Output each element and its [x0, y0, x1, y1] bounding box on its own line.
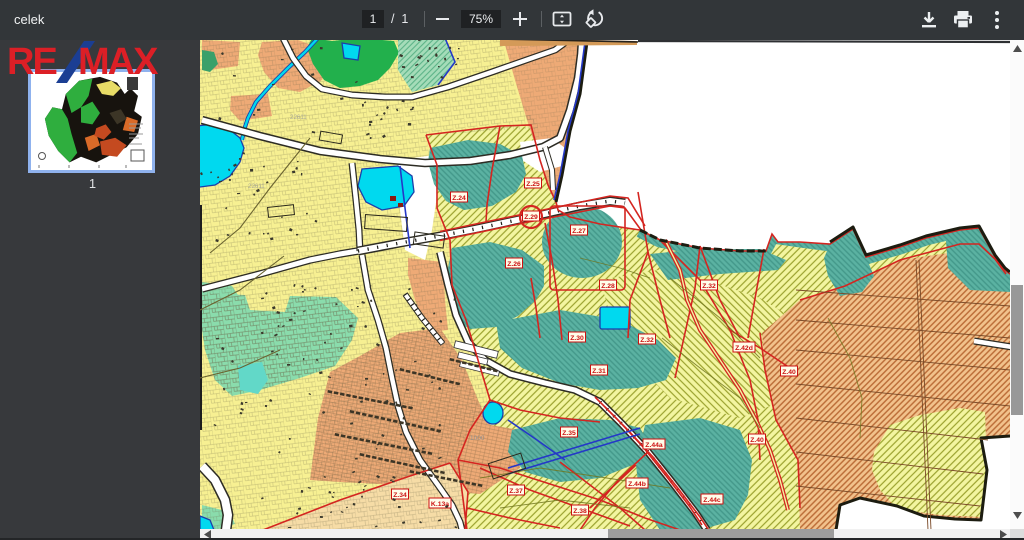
svg-text:Z.42d: Z.42d — [735, 345, 753, 352]
svg-text:Z.30: Z.30 — [570, 335, 584, 342]
svg-text:Z.31: Z.31 — [592, 368, 606, 375]
svg-text:Z.32: Z.32 — [702, 283, 716, 290]
svg-text:Z.44a: Z.44a — [645, 442, 663, 449]
svg-text:Z.29: Z.29 — [524, 214, 538, 221]
svg-text:Z.24: Z.24 — [452, 195, 466, 202]
svg-text:Z.40: Z.40 — [782, 369, 796, 376]
svg-text:Z.25: Z.25 — [526, 181, 540, 188]
svg-text:Z.28: Z.28 — [601, 283, 615, 290]
svg-text:Z.38: Z.38 — [573, 508, 587, 515]
svg-text:Z.27: Z.27 — [572, 228, 586, 235]
svg-text:Z.44b: Z.44b — [628, 481, 646, 488]
svg-text:RE: RE — [7, 41, 56, 83]
svg-text:Z.40: Z.40 — [750, 437, 764, 444]
svg-text:Z.34: Z.34 — [393, 492, 407, 499]
svg-text:Z.37: Z.37 — [509, 488, 523, 495]
svg-text:MAX: MAX — [78, 41, 159, 83]
svg-text:Z.35: Z.35 — [562, 430, 576, 437]
svg-text:Z.32: Z.32 — [640, 337, 654, 344]
svg-text:22611: 22611 — [248, 183, 265, 190]
svg-text:1000: 1000 — [470, 435, 485, 442]
svg-text:Z.26: Z.26 — [507, 261, 521, 268]
svg-text:22611: 22611 — [290, 114, 307, 121]
svg-text:Z.44c: Z.44c — [703, 497, 721, 504]
